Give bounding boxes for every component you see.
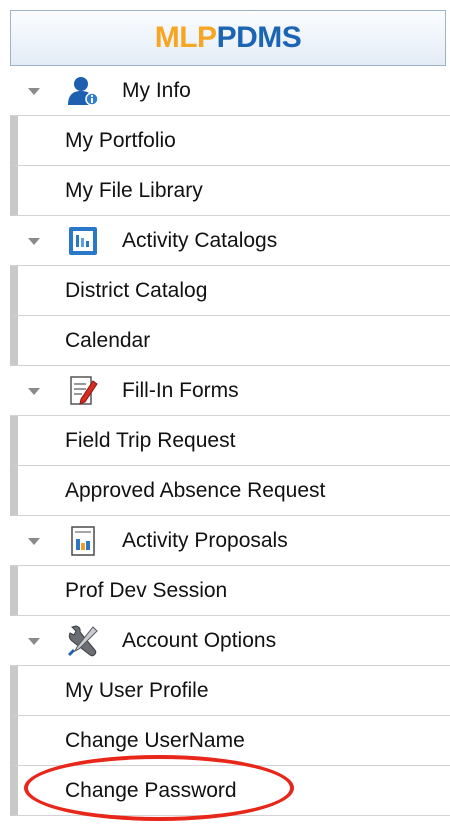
menu-item-label: My Portfolio [65,129,176,152]
expand-caret-icon[interactable] [28,388,40,395]
expand-caret-icon[interactable] [28,638,40,645]
menu-item-label: Change Password [65,779,237,802]
wrench-screwdriver-icon [66,625,100,657]
menu-item-label: Calendar [65,329,151,352]
user-info-icon [66,75,100,107]
group-label: Activity Catalogs [122,229,278,252]
menu-item-change-password[interactable]: Change Password [10,766,450,816]
group-header-my-info[interactable]: My Info [10,66,450,116]
app-logo: MLP PDMS [10,10,446,66]
form-edit-icon [66,375,100,407]
menu-item-label: My User Profile [65,679,209,702]
expand-caret-icon[interactable] [28,238,40,245]
menu-item-change-username[interactable]: Change UserName [10,716,450,766]
menu-item-label: District Catalog [65,279,208,302]
nav-tree: My Info My Portfolio My File Library Act… [10,66,450,816]
group-header-fill-in-forms[interactable]: Fill-In Forms [10,366,450,416]
logo-pdms-text: PDMS [216,21,302,54]
expand-caret-icon[interactable] [28,88,40,95]
catalog-icon [66,225,100,257]
menu-item-label: Field Trip Request [65,429,236,452]
group-header-activity-proposals[interactable]: Activity Proposals [10,516,450,566]
group-label: Activity Proposals [122,529,288,552]
menu-item-calendar[interactable]: Calendar [10,316,450,366]
menu-item-my-portfolio[interactable]: My Portfolio [10,116,450,166]
menu-item-label: Change UserName [65,729,245,752]
group-label: My Info [122,79,191,102]
menu-item-district-catalog[interactable]: District Catalog [10,266,450,316]
logo-mlp-text: MLP [154,21,217,54]
menu-item-prof-dev-session[interactable]: Prof Dev Session [10,566,450,616]
group-header-account-options[interactable]: Account Options [10,616,450,666]
menu-item-field-trip-request[interactable]: Field Trip Request [10,416,450,466]
menu-item-my-file-library[interactable]: My File Library [10,166,450,216]
menu-item-label: Approved Absence Request [65,479,326,502]
navigation-panel: MLP PDMS My Info My Portfolio My File Lib… [0,0,450,825]
menu-item-my-user-profile[interactable]: My User Profile [10,666,450,716]
group-label: Fill-In Forms [122,379,239,402]
menu-item-approved-absence-request[interactable]: Approved Absence Request [10,466,450,516]
group-header-activity-catalogs[interactable]: Activity Catalogs [10,216,450,266]
menu-item-label: Prof Dev Session [65,579,228,602]
proposal-icon [66,525,100,557]
expand-caret-icon[interactable] [28,538,40,545]
group-label: Account Options [122,629,277,652]
menu-item-label: My File Library [65,179,203,202]
